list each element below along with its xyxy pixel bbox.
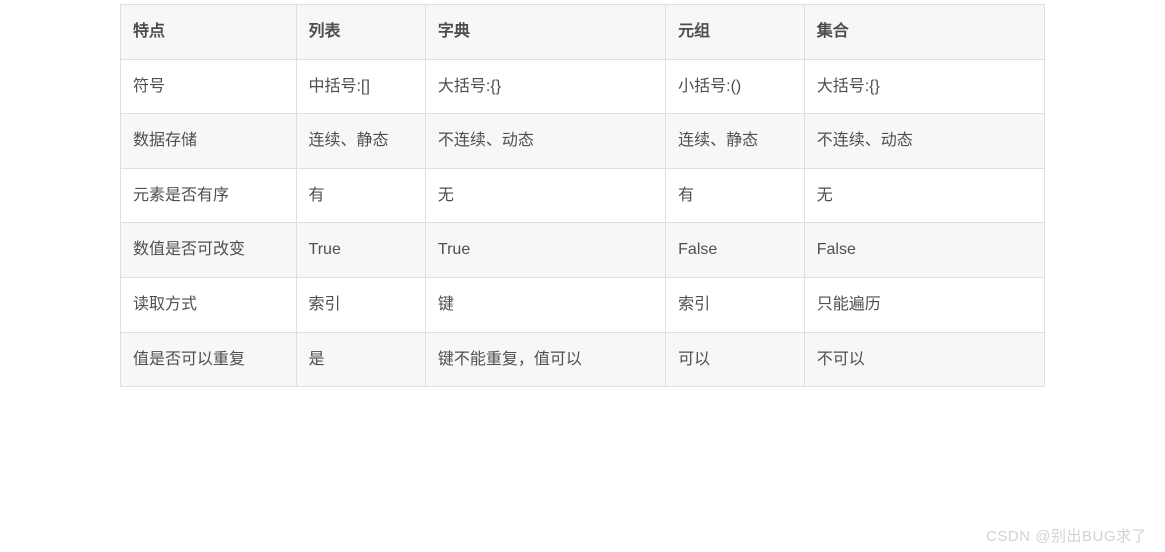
table-cell: 不连续、动态 bbox=[804, 114, 1044, 169]
table-header-cell: 元组 bbox=[666, 5, 805, 60]
table-row: 符号 中括号:[] 大括号:{} 小括号:() 大括号:{} bbox=[121, 59, 1045, 114]
table-cell: 可以 bbox=[666, 332, 805, 387]
table-cell: 大括号:{} bbox=[804, 59, 1044, 114]
table-cell: 中括号:[] bbox=[296, 59, 425, 114]
table-cell: 只能遍历 bbox=[804, 277, 1044, 332]
table-cell: 符号 bbox=[121, 59, 297, 114]
table-cell: True bbox=[425, 223, 665, 278]
table-cell: 不连续、动态 bbox=[425, 114, 665, 169]
table-cell: 数据存储 bbox=[121, 114, 297, 169]
table-cell: 索引 bbox=[666, 277, 805, 332]
table-cell: 键不能重复，值可以 bbox=[425, 332, 665, 387]
table-row: 数据存储 连续、静态 不连续、动态 连续、静态 不连续、动态 bbox=[121, 114, 1045, 169]
table-row: 读取方式 索引 键 索引 只能遍历 bbox=[121, 277, 1045, 332]
table-cell: 键 bbox=[425, 277, 665, 332]
table-cell: 无 bbox=[804, 168, 1044, 223]
table-cell: False bbox=[804, 223, 1044, 278]
table-row: 元素是否有序 有 无 有 无 bbox=[121, 168, 1045, 223]
table-cell: 元素是否有序 bbox=[121, 168, 297, 223]
table-cell: 大括号:{} bbox=[425, 59, 665, 114]
table-container: 特点 列表 字典 元组 集合 符号 中括号:[] 大括号:{} 小括号:() 大… bbox=[0, 0, 1165, 387]
watermark-text: CSDN @别出BUG求了 bbox=[986, 525, 1147, 546]
table-cell: 读取方式 bbox=[121, 277, 297, 332]
table-cell: False bbox=[666, 223, 805, 278]
comparison-table: 特点 列表 字典 元组 集合 符号 中括号:[] 大括号:{} 小括号:() 大… bbox=[120, 4, 1045, 387]
table-cell: 有 bbox=[296, 168, 425, 223]
table-cell: 无 bbox=[425, 168, 665, 223]
table-cell: 是 bbox=[296, 332, 425, 387]
table-row: 值是否可以重复 是 键不能重复，值可以 可以 不可以 bbox=[121, 332, 1045, 387]
table-cell: 小括号:() bbox=[666, 59, 805, 114]
table-header-row: 特点 列表 字典 元组 集合 bbox=[121, 5, 1045, 60]
table-cell: 连续、静态 bbox=[666, 114, 805, 169]
table-cell: 值是否可以重复 bbox=[121, 332, 297, 387]
table-cell: 有 bbox=[666, 168, 805, 223]
table-cell: 索引 bbox=[296, 277, 425, 332]
table-cell: 连续、静态 bbox=[296, 114, 425, 169]
table-cell: 数值是否可改变 bbox=[121, 223, 297, 278]
table-row: 数值是否可改变 True True False False bbox=[121, 223, 1045, 278]
table-header-cell: 字典 bbox=[425, 5, 665, 60]
table-header-cell: 特点 bbox=[121, 5, 297, 60]
table-cell: 不可以 bbox=[804, 332, 1044, 387]
table-header-cell: 列表 bbox=[296, 5, 425, 60]
table-cell: True bbox=[296, 223, 425, 278]
table-header-cell: 集合 bbox=[804, 5, 1044, 60]
